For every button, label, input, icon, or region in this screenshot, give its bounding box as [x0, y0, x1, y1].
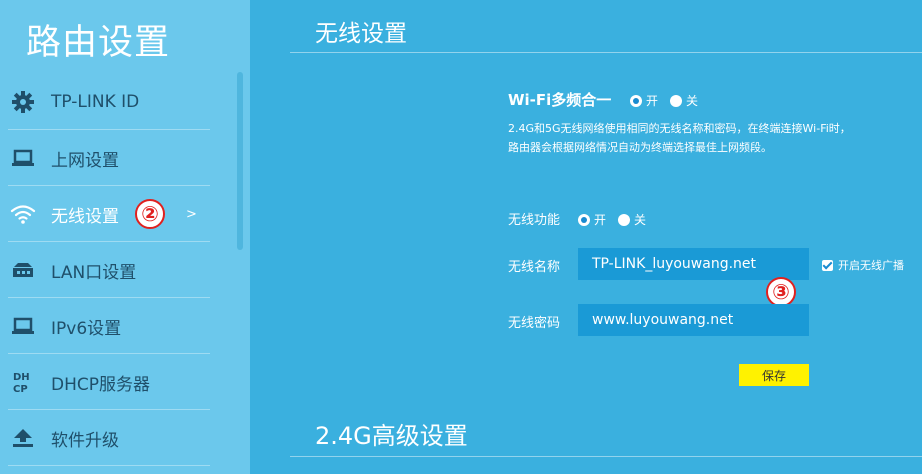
wireless-function-label: 无线功能: [508, 213, 561, 228]
sidebar-item-label: 上网设置: [51, 150, 119, 171]
section-divider: [290, 456, 922, 457]
sidebar-item-label: 无线设置: [51, 206, 119, 227]
sidebar-item-label: LAN口设置: [51, 262, 137, 283]
title-divider: [290, 52, 922, 53]
radio-label: 关: [686, 94, 699, 108]
chevron-right-icon: >: [186, 206, 197, 222]
svg-text:CP: CP: [13, 384, 28, 395]
gear-icon: [10, 89, 36, 115]
step-3-badge: ③: [766, 277, 796, 307]
dhcp-icon: DH CP: [10, 369, 36, 395]
description-line: 2.4G和5G无线网络使用相同的无线名称和密码，在终端连接Wi-Fi时，: [508, 122, 851, 135]
broadcast-checkbox[interactable]: [822, 259, 833, 271]
page-title: 无线设置: [315, 21, 407, 47]
router-settings-page: 路由设置 TP-LINK ID 上网设置 无线设置 ② > LAN口设置 IPv…: [0, 0, 922, 474]
wifi-multiband-radio-group: 开 关: [630, 92, 710, 109]
wireless-function-radio-group: 开 关: [578, 211, 658, 228]
laptop-icon: [10, 313, 36, 339]
radio-label: 关: [634, 213, 647, 227]
wifi-multiband-on-radio[interactable]: [630, 94, 642, 107]
wireless-function-off-radio[interactable]: [618, 213, 631, 226]
svg-text:DH: DH: [13, 372, 30, 383]
sidebar: 路由设置 TP-LINK ID 上网设置 无线设置 ② > LAN口设置 IPv…: [0, 0, 250, 474]
password-input[interactable]: www.luyouwang.net: [578, 304, 809, 336]
ssid-label: 无线名称: [508, 260, 561, 275]
ssid-input[interactable]: TP-LINK_luyouwang.net: [578, 248, 809, 280]
sidebar-item-wireless[interactable]: 无线设置 ② >: [0, 186, 210, 242]
sidebar-item-ipv6[interactable]: IPv6设置: [0, 298, 210, 354]
sidebar-item-label: IPv6设置: [51, 318, 122, 339]
wifi-multiband-description: 2.4G和5G无线网络使用相同的无线名称和密码，在终端连接Wi-Fi时， 路由器…: [508, 119, 908, 157]
wifi-multiband-label: Wi-Fi多频合一: [508, 91, 612, 109]
section-title-2g-advanced: 2.4G高级设置: [315, 422, 468, 450]
laptop-icon: [10, 145, 36, 171]
sidebar-item-dhcp[interactable]: DH CP DHCP服务器: [0, 354, 210, 410]
broadcast-checkbox-group[interactable]: 开启无线广播: [822, 257, 904, 273]
sidebar-item-lan[interactable]: LAN口设置: [0, 242, 210, 298]
sidebar-title: 路由设置: [26, 23, 171, 63]
upload-icon: [10, 425, 36, 451]
sidebar-scrollbar[interactable]: [237, 72, 243, 250]
description-line: 路由器会根据网络情况自动为终端选择最佳上网频段。: [508, 141, 772, 154]
radio-label: 开: [594, 213, 607, 227]
lan-icon: [10, 257, 36, 283]
step-2-badge: ②: [135, 199, 165, 229]
sidebar-item-label: TP-LINK ID: [51, 92, 140, 112]
sidebar-item-label: 软件升级: [51, 430, 119, 451]
sidebar-item-upgrade[interactable]: 软件升级: [0, 410, 210, 466]
broadcast-label: 开启无线广播: [838, 259, 904, 272]
password-label: 无线密码: [508, 316, 561, 331]
sidebar-item-internet[interactable]: 上网设置: [0, 130, 210, 186]
wireless-function-on-radio[interactable]: [578, 213, 590, 226]
wifi-multiband-off-radio[interactable]: [670, 94, 683, 107]
wifi-icon: [10, 201, 36, 227]
save-button[interactable]: 保存: [739, 364, 809, 386]
sidebar-item-tplink-id[interactable]: TP-LINK ID: [0, 74, 210, 130]
radio-label: 开: [646, 94, 659, 108]
sidebar-item-label: DHCP服务器: [51, 374, 150, 395]
